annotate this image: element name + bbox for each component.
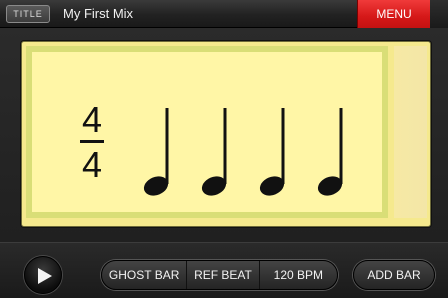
time-signature-numerator: 4	[81, 99, 103, 140]
time-signature-denominator: 4	[81, 144, 103, 185]
menu-button[interactable]: MENU	[357, 0, 430, 28]
current-bar[interactable]: 4 4	[26, 46, 388, 218]
add-bar-button[interactable]: ADD BAR	[353, 260, 435, 290]
ghost-bar-button[interactable]: GHOST BAR	[102, 261, 188, 289]
quarter-note-icon[interactable]	[258, 106, 294, 200]
play-button[interactable]	[24, 256, 62, 294]
bottom-toolbar: GHOST BAR REF BEAT 120 BPM ADD BAR	[0, 242, 448, 298]
quarter-note-icon[interactable]	[316, 106, 352, 200]
quarter-note-icon[interactable]	[200, 106, 236, 200]
bar-stage: 4 4	[0, 28, 448, 242]
playback-options: GHOST BAR REF BEAT 120 BPM	[101, 260, 338, 290]
bar-frame[interactable]: 4 4	[21, 41, 431, 227]
next-bar-preview[interactable]	[394, 46, 427, 218]
tempo-button[interactable]: 120 BPM	[260, 261, 337, 289]
ref-beat-button[interactable]: REF BEAT	[187, 261, 260, 289]
time-signature: 4 4	[78, 102, 106, 183]
play-icon	[38, 268, 52, 284]
time-signature-divider	[80, 140, 104, 143]
title-button[interactable]: TITLE	[6, 5, 50, 23]
top-bar: TITLE My First Mix MENU	[0, 0, 448, 28]
menu-edge	[430, 0, 448, 28]
quarter-note-icon[interactable]	[142, 106, 178, 200]
song-name[interactable]: My First Mix	[63, 6, 133, 22]
